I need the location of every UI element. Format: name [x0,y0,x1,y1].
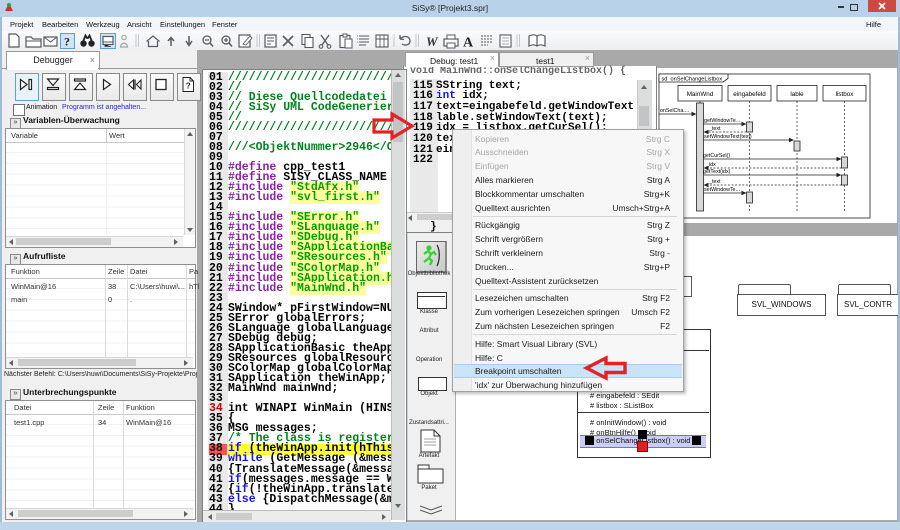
svg-text:getWindowTe...: getWindowTe... [704,118,740,124]
svg-text:eingabefeld: eingabefeld [733,91,766,98]
svg-text:listbox: listbox [836,91,855,98]
svg-text:setWindowTe...: setWindowTe... [704,187,740,193]
svg-text:_text: _text [708,179,721,185]
svg-text:onSelCha....: onSelCha.... [660,108,689,114]
svg-text:lable: lable [790,91,804,98]
svg-text:_text: _text [708,126,721,132]
svg-text:?: ? [186,82,191,91]
svg-text:sd onSelChangeListbox: sd onSelChangeListbox [662,76,723,82]
svg-text:_idx: _idx [705,162,716,168]
svg-text:setWindowText(text): setWindowText(text) [704,134,752,140]
svg-text:getText(idx): getText(idx) [703,169,731,175]
svg-text:MainWnd: MainWnd [687,91,714,98]
svg-text:getCurSel(): getCurSel() [703,153,730,159]
svg-text:?: ? [64,35,70,49]
